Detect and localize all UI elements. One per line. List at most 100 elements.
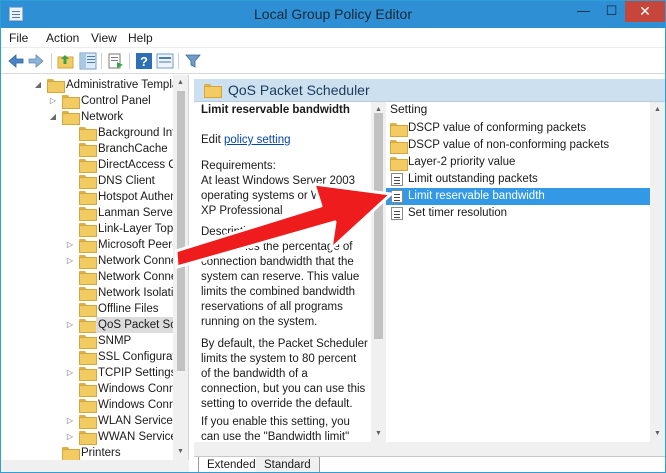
- filter-icon[interactable]: [184, 52, 202, 70]
- settings-row[interactable]: Limit reservable bandwidth: [386, 188, 658, 205]
- settings-row[interactable]: Layer-2 priority value: [386, 154, 658, 171]
- settings-row[interactable]: Limit outstanding packets: [386, 171, 658, 188]
- tree-item-label: Network Isolatio: [98, 287, 180, 299]
- expand-toggle-icon[interactable]: ▷: [48, 93, 58, 109]
- help-icon[interactable]: ?: [135, 52, 153, 70]
- tree-scrollbar-thumb[interactable]: [177, 91, 185, 371]
- tree-item[interactable]: Lanman Server: [1, 205, 177, 221]
- tree-item[interactable]: ◢ Network: [1, 109, 173, 125]
- close-button[interactable]: ✕: [625, 1, 665, 22]
- up-folder-icon[interactable]: [57, 52, 75, 70]
- tree-item-label: Hotspot Authent: [98, 191, 180, 203]
- description-text: Determines the percentage of connection …: [201, 241, 360, 328]
- expand-toggle-icon[interactable]: ▷: [65, 317, 75, 333]
- expand-toggle-icon[interactable]: ▷: [65, 253, 75, 269]
- tree-item-label: Network Connec: [98, 255, 184, 267]
- expand-toggle-icon[interactable]: ◢: [48, 109, 58, 125]
- expand-toggle-icon[interactable]: ▷: [65, 365, 75, 381]
- tree-item-label: Background Inte: [98, 127, 182, 139]
- settings-scrollbar[interactable]: [650, 102, 665, 442]
- tree-item[interactable]: ▷ QoS Packet Sche: [1, 317, 188, 333]
- setting-column-header[interactable]: Setting: [390, 102, 427, 116]
- back-arrow-icon[interactable]: [7, 52, 25, 70]
- folder-icon: [390, 123, 408, 137]
- settings-row-label: Limit reservable bandwidth: [408, 190, 545, 202]
- tab-standard[interactable]: Standard: [256, 457, 320, 472]
- settings-row[interactable]: Set timer resolution: [386, 205, 658, 222]
- tree-item[interactable]: DNS Client: [1, 173, 173, 189]
- tree-scroll-up-icon[interactable]: ▲: [173, 76, 188, 90]
- tree-item[interactable]: Network Isolatio: [1, 285, 180, 301]
- tree-item[interactable]: DirectAccess Clie: [1, 157, 188, 173]
- folder-icon: [79, 383, 97, 397]
- tree-item[interactable]: ▷ Network Connec: [1, 253, 183, 269]
- tree-item[interactable]: Link-Layer Topo: [1, 221, 180, 237]
- settings-row[interactable]: DSCP value of non-conforming packets: [386, 137, 658, 154]
- tree-item[interactable]: SNMP: [1, 333, 173, 349]
- tree-item-label: BranchCache: [98, 143, 168, 155]
- tree-item[interactable]: Hotspot Authent: [1, 189, 180, 205]
- tree-item[interactable]: Background Inte: [1, 125, 182, 141]
- forward-arrow-icon[interactable]: [27, 52, 45, 70]
- description-scrollbar-thumb[interactable]: [374, 113, 383, 339]
- menu-file[interactable]: File: [9, 31, 28, 45]
- expand-toggle-icon[interactable]: ▷: [65, 237, 75, 253]
- folder-icon: [390, 157, 408, 171]
- expand-toggle-icon[interactable]: ◢: [33, 77, 43, 93]
- toolbar-separator: [101, 53, 102, 69]
- requirements-label: Requirements:: [201, 160, 276, 172]
- maximize-button[interactable]: ☐: [598, 1, 625, 22]
- settings-row-label: DSCP value of non-conforming packets: [408, 139, 610, 151]
- tree-item[interactable]: BranchCache: [1, 141, 173, 157]
- edit-prefix: Edit: [201, 134, 225, 146]
- tree-item[interactable]: ▷ WWAN Service: [1, 429, 177, 445]
- export-list-icon[interactable]: [107, 52, 125, 70]
- tree-item-label: DNS Client: [98, 175, 155, 187]
- tree-item[interactable]: SSL Configuratio: [1, 349, 185, 365]
- toolbar-separator: [178, 53, 179, 69]
- menu-action[interactable]: Action: [46, 31, 79, 45]
- tab-extended[interactable]: Extended: [198, 457, 264, 472]
- policy-setting-link[interactable]: policy setting: [224, 134, 290, 146]
- properties-icon[interactable]: [156, 52, 174, 70]
- tree-item[interactable]: ▷ Microsoft Peer-t: [1, 237, 179, 253]
- tree-item[interactable]: ▷ TCPIP Settings: [1, 365, 177, 381]
- folder-icon: [79, 351, 97, 365]
- settings-horizontal-scrollbar[interactable]: [194, 442, 665, 456]
- tree-item[interactable]: Offline Files: [1, 301, 173, 317]
- menu-help[interactable]: Help: [128, 31, 153, 45]
- tree-horizontal-scrollbar[interactable]: [1, 460, 189, 472]
- expand-toggle-icon[interactable]: ▷: [65, 413, 75, 429]
- title-bar[interactable]: Local Group Policy Editor — ☐ ✕: [1, 1, 665, 28]
- tree-item[interactable]: ▷ WLAN Service: [1, 413, 173, 429]
- tree-item-label: WWAN Service: [98, 431, 177, 443]
- tree-scroll-down-icon[interactable]: ▼: [173, 445, 188, 459]
- show-hide-tree-icon[interactable]: [79, 52, 97, 70]
- tree-item-label: TCPIP Settings: [98, 367, 177, 379]
- settings-scroll-down-icon[interactable]: ▼: [650, 427, 665, 441]
- tree-item[interactable]: Windows Conne: [1, 381, 182, 397]
- svg-text:?: ?: [140, 54, 148, 69]
- description-scroll-down-icon[interactable]: ▼: [371, 427, 386, 441]
- tree-item[interactable]: ◢ Administrative Templat: [1, 77, 181, 93]
- menu-view[interactable]: View: [91, 31, 117, 45]
- tree-item-label: Windows Conne: [98, 383, 182, 395]
- tree-item[interactable]: Printers: [1, 445, 173, 460]
- folder-icon: [79, 303, 97, 317]
- tree-item[interactable]: Windows Conne: [1, 397, 182, 413]
- tree-item[interactable]: Network Connect: [1, 269, 186, 285]
- settings-scroll-up-icon[interactable]: ▲: [650, 103, 665, 117]
- tree-item-label: Network: [81, 111, 124, 123]
- description-scroll-up-icon[interactable]: ▲: [371, 103, 386, 117]
- minimize-button[interactable]: —: [570, 1, 597, 22]
- settings-row[interactable]: DSCP value of conforming packets: [386, 120, 658, 137]
- expand-toggle-icon[interactable]: ▷: [65, 429, 75, 445]
- folder-icon: [79, 239, 97, 253]
- tree-item[interactable]: ▷ Control Panel: [1, 93, 173, 109]
